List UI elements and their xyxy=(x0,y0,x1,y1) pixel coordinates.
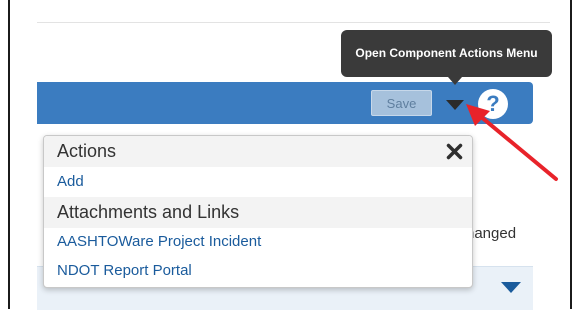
tooltip: Open Component Actions Menu xyxy=(341,30,552,77)
red-arrow-icon xyxy=(466,104,558,181)
tooltip-pointer xyxy=(448,77,462,85)
menu-item-aashtoware-project-incident[interactable]: AASHTOWare Project Incident xyxy=(44,228,472,256)
top-divider xyxy=(37,22,550,23)
menu-section-header-actions: Actions xyxy=(44,136,472,167)
close-icon[interactable] xyxy=(446,143,463,160)
chevron-down-icon[interactable] xyxy=(501,282,521,293)
menu-section-header-attachments: Attachments and Links xyxy=(44,197,472,228)
left-border xyxy=(8,0,10,309)
menu-item-add[interactable]: Add xyxy=(44,168,472,196)
menu-item-ndot-report-portal[interactable]: NDOT Report Portal xyxy=(44,257,472,285)
save-button[interactable]: Save xyxy=(371,90,432,116)
component-actions-menu: Actions Add Attachments and Links AASHTO… xyxy=(43,135,473,288)
background-status-text: hanged xyxy=(466,225,517,242)
